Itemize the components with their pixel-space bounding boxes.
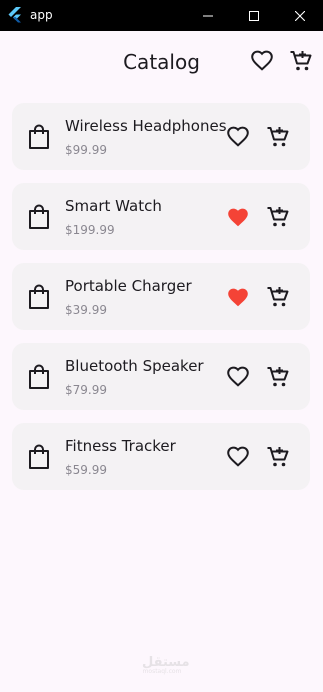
product-name: Smart Watch — [65, 197, 162, 215]
product-name: Portable Charger — [65, 277, 192, 295]
product-price: $199.99 — [65, 223, 115, 237]
favorite-toggle[interactable] — [225, 204, 251, 230]
add-shopping-cart-icon — [267, 207, 289, 227]
add-to-cart-button[interactable] — [265, 284, 291, 310]
maximize-icon — [249, 10, 259, 21]
maximize-button[interactable] — [231, 0, 277, 31]
favorite-toggle[interactable] — [225, 444, 251, 470]
add-shopping-cart-icon — [267, 367, 289, 387]
product-card[interactable]: Smart Watch $199.99 — [12, 183, 310, 250]
heart-outline-icon — [227, 446, 249, 467]
product-name: Wireless Headphones — [65, 117, 227, 135]
product-name: Fitness Tracker — [65, 437, 176, 455]
add-shopping-cart-icon — [267, 127, 289, 147]
app-bar: Catalog — [0, 31, 323, 91]
cart-button[interactable] — [287, 47, 315, 75]
product-price: $99.99 — [65, 143, 107, 157]
product-card[interactable]: Wireless Headphones $99.99 — [12, 103, 310, 170]
product-price: $39.99 — [65, 303, 107, 317]
product-card[interactable]: Bluetooth Speaker $79.99 — [12, 343, 310, 410]
minimize-button[interactable] — [185, 0, 231, 31]
close-button[interactable] — [277, 0, 323, 31]
favorite-toggle[interactable] — [225, 284, 251, 310]
product-list: Wireless Headphones $99.99 Smart Watch $… — [12, 103, 310, 503]
add-to-cart-button[interactable] — [265, 444, 291, 470]
heart-outline-icon — [227, 126, 249, 147]
add-to-cart-button[interactable] — [265, 124, 291, 150]
product-name: Bluetooth Speaker — [65, 357, 204, 375]
shopping-bag-icon — [29, 284, 49, 309]
add-to-cart-button[interactable] — [265, 364, 291, 390]
heart-outline-icon — [227, 366, 249, 387]
favorite-toggle[interactable] — [225, 364, 251, 390]
shopping-bag-icon — [29, 204, 49, 229]
shopping-bag-icon — [29, 124, 49, 149]
window-titlebar[interactable]: app — [0, 0, 323, 31]
product-price: $79.99 — [65, 383, 107, 397]
heart-outline-icon — [251, 50, 273, 71]
window-title: app — [30, 8, 53, 22]
shopping-bag-icon — [29, 444, 49, 469]
minimize-icon — [203, 15, 213, 16]
add-shopping-cart-icon — [267, 287, 289, 307]
product-card[interactable]: Fitness Tracker $59.99 — [12, 423, 310, 490]
close-icon — [295, 10, 305, 21]
heart-filled-icon — [228, 208, 248, 227]
add-shopping-cart-icon — [267, 447, 289, 467]
favorites-button[interactable] — [248, 47, 276, 75]
shopping-bag-icon — [29, 364, 49, 389]
flutter-logo-icon — [8, 7, 21, 23]
heart-filled-icon — [228, 288, 248, 307]
shopping-cart-icon — [290, 51, 312, 71]
product-price: $59.99 — [65, 463, 107, 477]
watermark: مستقل mostaql.com — [142, 655, 190, 675]
favorite-toggle[interactable] — [225, 124, 251, 150]
app-window: app Catalog Wireless Headphones $99.99 S… — [0, 0, 323, 692]
watermark-subtext: mostaql.com — [142, 668, 182, 675]
product-card[interactable]: Portable Charger $39.99 — [12, 263, 310, 330]
add-to-cart-button[interactable] — [265, 204, 291, 230]
